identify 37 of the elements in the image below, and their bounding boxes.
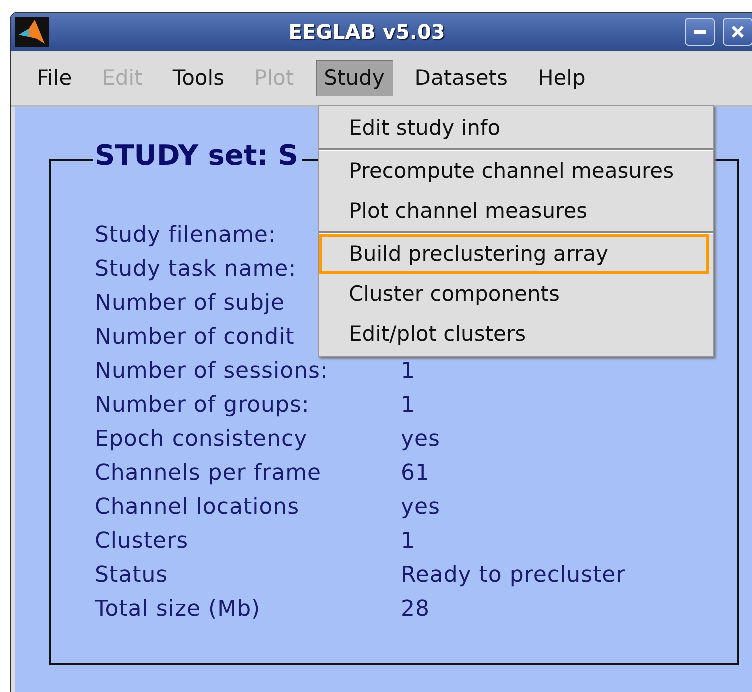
field-label: Study filename:	[95, 222, 276, 248]
field-value: 28	[401, 596, 430, 622]
minimize-icon	[694, 30, 706, 34]
menu-item[interactable]: Datasets	[406, 60, 516, 96]
field-value: 1	[401, 392, 416, 418]
minimize-button[interactable]	[685, 18, 715, 46]
field-label: Number of subje	[95, 290, 286, 316]
menu-item[interactable]: Tools	[164, 60, 233, 96]
menu-item[interactable]: Help	[530, 60, 594, 96]
field-value: 61	[401, 460, 430, 486]
menu-option[interactable]: Precompute channel measures	[319, 151, 709, 191]
field-label: Number of groups:	[95, 392, 310, 418]
field-label: Clusters	[95, 528, 189, 554]
field-label: Channel locations	[95, 494, 300, 520]
field-value: Ready to precluster	[401, 562, 626, 588]
field-label: Number of sessions:	[95, 358, 328, 384]
field-label: Number of condit	[95, 324, 295, 350]
close-button[interactable]	[723, 18, 752, 46]
field-label: Epoch consistency	[95, 426, 308, 452]
logo-icon	[15, 17, 49, 47]
field-label: Status	[95, 562, 168, 588]
menu-option[interactable]: Edit/plot clusters	[319, 314, 709, 354]
menu-item[interactable]: File	[29, 60, 80, 96]
menu-option[interactable]: Cluster components	[319, 274, 709, 314]
menu-option[interactable]: Build preclustering array	[319, 234, 709, 274]
close-icon	[731, 25, 745, 39]
field-label: Study task name:	[95, 256, 297, 282]
field-label: Channels per frame	[95, 460, 322, 486]
field-value: 1	[401, 528, 416, 554]
menu-option[interactable]: Edit study info	[319, 108, 709, 148]
field-value: yes	[401, 426, 441, 452]
menu-option[interactable]: Plot channel measures	[319, 191, 709, 231]
window-title: EEGLAB v5.03	[288, 20, 446, 44]
field-value: 1	[401, 358, 416, 384]
field-value: yes	[401, 494, 441, 520]
field-label: Total size (Mb)	[95, 596, 261, 622]
menu-item[interactable]: Study	[316, 60, 393, 96]
